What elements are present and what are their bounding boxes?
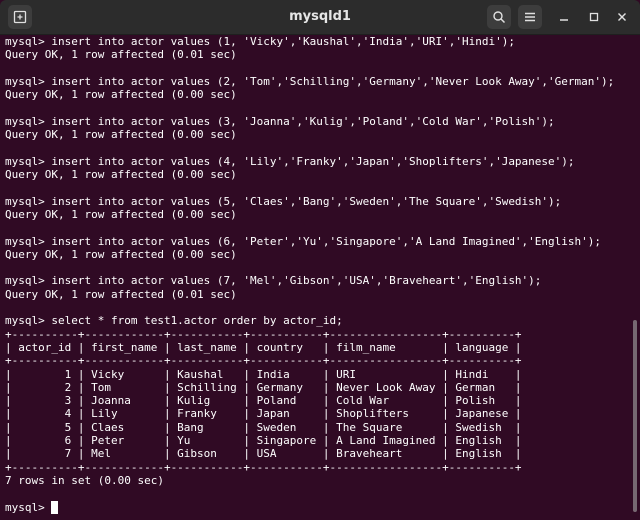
new-tab-button[interactable] xyxy=(8,5,32,29)
close-button[interactable] xyxy=(612,7,632,27)
terminal-line: Query OK, 1 row affected (0.00 sec) xyxy=(5,207,237,221)
terminal-line: +----------+------------+-----------+---… xyxy=(5,327,522,341)
menu-button[interactable] xyxy=(518,5,542,29)
terminal-line: Query OK, 1 row affected (0.00 sec) xyxy=(5,247,237,261)
terminal-line: Query OK, 1 row affected (0.00 sec) xyxy=(5,128,237,142)
terminal-line: | 6 | Peter | Yu | Singapore | A Land Im… xyxy=(5,434,522,447)
terminal-line: Query OK, 1 row affected (0.01 sec) xyxy=(5,48,237,62)
terminal-line: mysql> select * from test1.actor order b… xyxy=(5,314,343,328)
terminal-line: mysql> insert into actor values (1, 'Vic… xyxy=(5,35,515,48)
search-button[interactable] xyxy=(487,5,511,29)
terminal-line: | 7 | Mel | Gibson | USA | Braveheart | … xyxy=(5,447,522,461)
terminal-line: mysql> insert into actor values (4, 'Lil… xyxy=(5,154,575,168)
terminal-line: mysql> insert into actor values (3, 'Joa… xyxy=(5,114,555,128)
terminal-line: Query OK, 1 row affected (0.00 sec) xyxy=(5,168,237,181)
maximize-icon xyxy=(589,12,599,22)
terminal-line: | 5 | Claes | Bang | Sweden | The Square… xyxy=(5,420,522,434)
window-title: mysqld1 xyxy=(289,9,351,24)
new-tab-icon xyxy=(13,10,27,24)
terminal-line: | 4 | Lily | Franky | Japan | Shoplifter… xyxy=(5,407,522,421)
terminal-line: mysql> insert into actor values (6, 'Pet… xyxy=(5,234,602,248)
terminal-line: 7 rows in set (0.00 sec) xyxy=(5,473,164,487)
terminal-line: | 2 | Tom | Schilling | Germany | Never … xyxy=(5,380,522,394)
terminal-line: mysql> insert into actor values (5, 'Cla… xyxy=(5,194,562,208)
terminal-line: +----------+------------+-----------+---… xyxy=(5,354,522,368)
terminal-line: | 3 | Joanna | Kulig | Poland | Cold War… xyxy=(5,394,522,408)
terminal-output[interactable]: mysql> insert into actor values (1, 'Vic… xyxy=(5,35,630,520)
title-bar[interactable]: mysqld1 xyxy=(0,0,640,35)
terminal-line: Query OK, 1 row affected (0.01 sec) xyxy=(5,287,237,301)
terminal-window: mysqld1 mysql> insert into actor values … xyxy=(0,0,640,520)
terminal-line: mysql> insert into actor values (7, 'Mel… xyxy=(5,274,542,288)
maximize-button[interactable] xyxy=(584,7,604,27)
terminal-line: +----------+------------+-----------+---… xyxy=(5,460,522,474)
scrollbar[interactable] xyxy=(633,320,637,512)
terminal-line: | 1 | Vicky | Kaushal | India | URI | Hi… xyxy=(5,367,522,381)
close-icon xyxy=(618,13,626,21)
text-cursor xyxy=(51,500,59,514)
minimize-button[interactable] xyxy=(554,7,574,27)
hamburger-menu-icon xyxy=(525,12,535,22)
minimize-icon xyxy=(560,19,568,21)
search-icon xyxy=(493,11,506,24)
terminal-line: | actor_id | first_name | last_name | co… xyxy=(5,340,522,354)
terminal-line: Query OK, 1 row affected (0.00 sec) xyxy=(5,88,237,102)
terminal-line: mysql> insert into actor values (2, 'Tom… xyxy=(5,74,615,88)
terminal-line: mysql> xyxy=(5,500,52,514)
